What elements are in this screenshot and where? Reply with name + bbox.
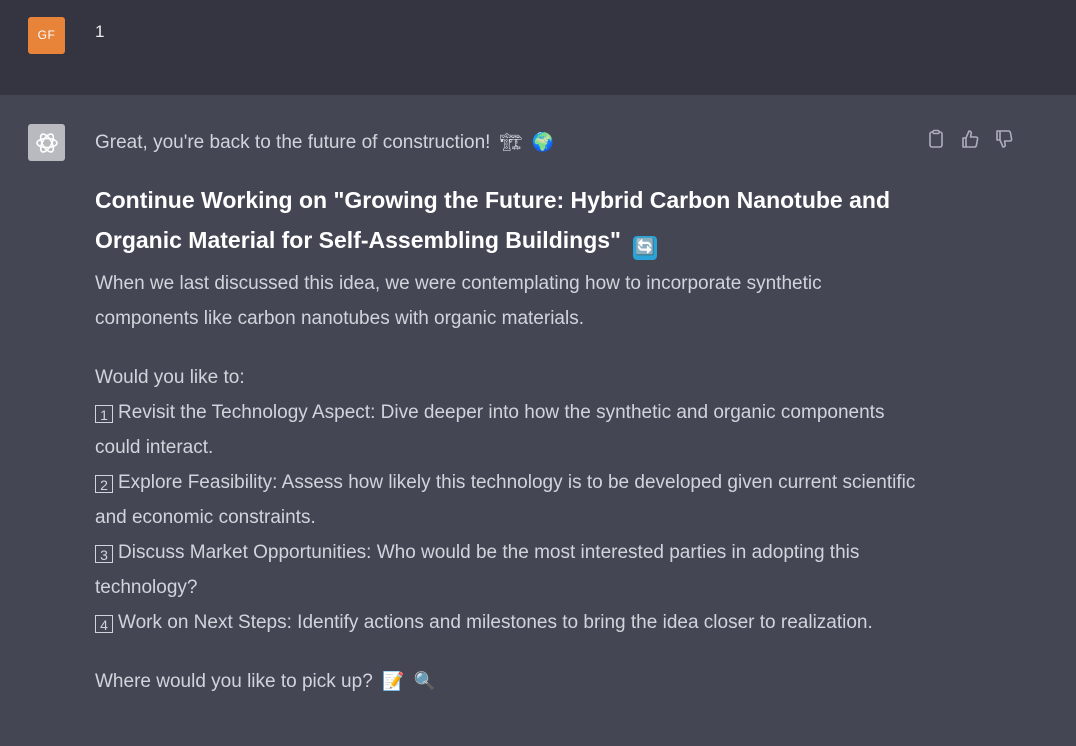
thumbs-down-icon[interactable]	[994, 129, 1014, 149]
option-item: 3 Discuss Market Opportunities: Who would…	[95, 535, 925, 605]
memo-emoji: 📝	[382, 671, 405, 691]
keycap-number-icon: 3	[95, 545, 113, 563]
heading-text: Continue Working on "Growing the Future:…	[95, 187, 890, 253]
keycap-number-icon: 1	[95, 405, 113, 423]
keycap-number-icon: 2	[95, 475, 113, 493]
assistant-message-row: Great, you're back to the future of cons…	[0, 95, 1076, 746]
user-message-text: 1	[95, 22, 105, 41]
options-prompt: Would you like to:	[95, 367, 245, 388]
message-heading: Continue Working on "Growing the Future:…	[95, 180, 925, 260]
user-message-row: GF 1	[0, 0, 1076, 95]
option-text: Discuss Market Opportunities: Who would …	[95, 542, 860, 598]
globe-emoji: 🌍	[531, 132, 555, 152]
clipboard-icon[interactable]	[926, 129, 946, 149]
construction-emoji: 🏗	[499, 132, 523, 152]
option-text: Explore Feasibility: Assess how likely t…	[95, 472, 916, 528]
magnifier-emoji: 🔍	[413, 671, 437, 691]
assistant-message-content: Great, you're back to the future of cons…	[95, 125, 925, 699]
context-paragraph: When we last discussed this idea, we wer…	[95, 273, 822, 329]
closing-line: Where would you like to pick up? 📝 🔍	[95, 664, 925, 699]
thumbs-up-icon[interactable]	[960, 129, 980, 149]
keycap-number-icon: 4	[95, 615, 113, 633]
option-text: Work on Next Steps: Identify actions and…	[118, 612, 873, 633]
option-text: Revisit the Technology Aspect: Dive deep…	[95, 402, 885, 458]
openai-logo-icon	[28, 124, 65, 161]
intro-text: Great, you're back to the future of cons…	[95, 132, 491, 153]
option-item: 2 Explore Feasibility: Assess how likely …	[95, 465, 925, 535]
intro-line: Great, you're back to the future of cons…	[95, 125, 925, 160]
user-avatar: GF	[28, 17, 65, 54]
message-actions	[926, 129, 1014, 149]
closing-text: Where would you like to pick up?	[95, 671, 373, 692]
option-item: 1 Revisit the Technology Aspect: Dive dee…	[95, 395, 925, 465]
option-item: 4 Work on Next Steps: Identify actions an…	[95, 605, 925, 640]
refresh-emoji: 🔄	[633, 236, 658, 260]
